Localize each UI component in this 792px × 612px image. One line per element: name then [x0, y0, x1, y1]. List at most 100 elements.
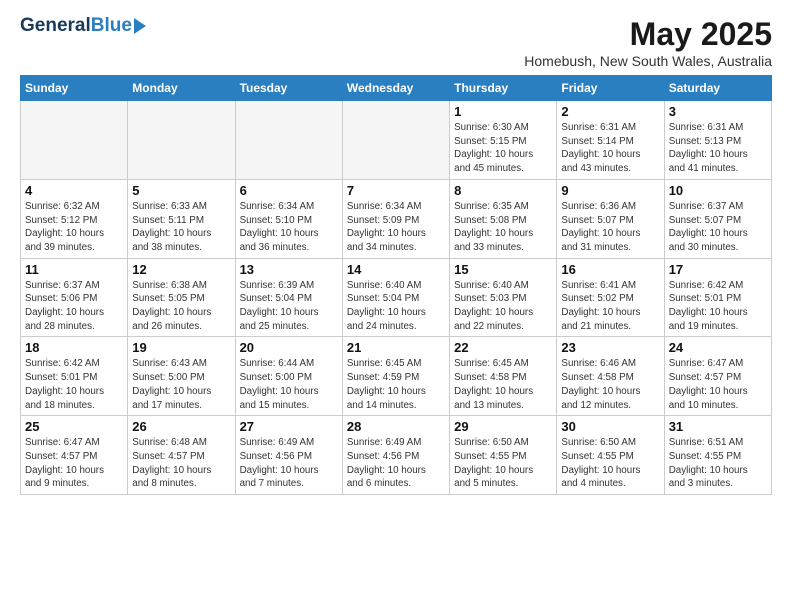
calendar-cell: 3Sunrise: 6:31 AMSunset: 5:13 PMDaylight… — [664, 101, 771, 180]
day-header-sunday: Sunday — [21, 76, 128, 101]
day-info: Sunrise: 6:48 AMSunset: 4:57 PMDaylight:… — [132, 436, 230, 491]
calendar-cell: 8 Sunrise: 6:35 AMSunset: 5:08 PMDaylight… — [450, 179, 557, 258]
day-info: Sunrise: 6:35 AMSunset: 5:08 PMDaylight:… — [454, 200, 552, 255]
calendar-week-2: 4 Sunrise: 6:32 AMSunset: 5:12 PMDaylight… — [21, 179, 772, 258]
day-info: Sunrise: 6:40 AMSunset: 5:03 PMDaylight:… — [454, 279, 552, 334]
calendar-cell: 1Sunrise: 6:30 AMSunset: 5:15 PMDaylight… — [450, 101, 557, 180]
day-number: 5 — [132, 183, 230, 198]
day-number: 4 — [25, 183, 123, 198]
day-info: Sunrise: 6:42 AMSunset: 5:01 PMDaylight:… — [669, 279, 767, 334]
day-info: Sunrise: 6:36 AMSunset: 5:07 PMDaylight:… — [561, 200, 659, 255]
day-number: 27 — [240, 419, 338, 434]
day-info: Sunrise: 6:43 AMSunset: 5:00 PMDaylight:… — [132, 357, 230, 412]
logo-text: General Blue — [20, 16, 146, 37]
calendar-cell: 21 Sunrise: 6:45 AMSunset: 4:59 PMDayligh… — [342, 337, 449, 416]
calendar-cell: 12 Sunrise: 6:38 AMSunset: 5:05 PMDayligh… — [128, 258, 235, 337]
day-number: 13 — [240, 262, 338, 277]
logo: General Blue — [20, 16, 146, 37]
calendar-cell: 9 Sunrise: 6:36 AMSunset: 5:07 PMDaylight… — [557, 179, 664, 258]
day-number: 16 — [561, 262, 659, 277]
calendar-cell: 24Sunrise: 6:47 AMSunset: 4:57 PMDayligh… — [664, 337, 771, 416]
calendar-cell: 15 Sunrise: 6:40 AMSunset: 5:03 PMDayligh… — [450, 258, 557, 337]
calendar-cell: 18 Sunrise: 6:42 AMSunset: 5:01 PMDayligh… — [21, 337, 128, 416]
day-number: 21 — [347, 340, 445, 355]
day-info: Sunrise: 6:47 AMSunset: 4:57 PMDaylight:… — [25, 436, 123, 491]
day-header-tuesday: Tuesday — [235, 76, 342, 101]
calendar-cell: 5 Sunrise: 6:33 AMSunset: 5:11 PMDaylight… — [128, 179, 235, 258]
day-number: 29 — [454, 419, 552, 434]
day-number: 28 — [347, 419, 445, 434]
day-number: 11 — [25, 262, 123, 277]
day-info: Sunrise: 6:44 AMSunset: 5:00 PMDaylight:… — [240, 357, 338, 412]
day-info: Sunrise: 6:49 AMSunset: 4:56 PMDaylight:… — [240, 436, 338, 491]
day-info: Sunrise: 6:33 AMSunset: 5:11 PMDaylight:… — [132, 200, 230, 255]
day-number: 22 — [454, 340, 552, 355]
calendar-cell: 7 Sunrise: 6:34 AMSunset: 5:09 PMDaylight… — [342, 179, 449, 258]
day-header-thursday: Thursday — [450, 76, 557, 101]
calendar-cell: 6 Sunrise: 6:34 AMSunset: 5:10 PMDaylight… — [235, 179, 342, 258]
day-number: 8 — [454, 183, 552, 198]
day-number: 14 — [347, 262, 445, 277]
calendar-week-1: 1Sunrise: 6:30 AMSunset: 5:15 PMDaylight… — [21, 101, 772, 180]
day-info: Sunrise: 6:34 AMSunset: 5:10 PMDaylight:… — [240, 200, 338, 255]
calendar-cell: 19Sunrise: 6:43 AMSunset: 5:00 PMDayligh… — [128, 337, 235, 416]
day-number: 7 — [347, 183, 445, 198]
location-title: Homebush, New South Wales, Australia — [524, 53, 772, 69]
calendar-cell: 29 Sunrise: 6:50 AMSunset: 4:55 PMDayligh… — [450, 416, 557, 495]
day-number: 15 — [454, 262, 552, 277]
day-number: 31 — [669, 419, 767, 434]
day-info: Sunrise: 6:50 AMSunset: 4:55 PMDaylight:… — [454, 436, 552, 491]
day-header-monday: Monday — [128, 76, 235, 101]
logo-arrow-icon — [134, 18, 146, 34]
calendar-cell: 20 Sunrise: 6:44 AMSunset: 5:00 PMDayligh… — [235, 337, 342, 416]
day-number: 25 — [25, 419, 123, 434]
header: General Blue May 2025 Homebush, New Sout… — [20, 16, 772, 69]
day-info: Sunrise: 6:40 AMSunset: 5:04 PMDaylight:… — [347, 279, 445, 334]
day-info: Sunrise: 6:45 AMSunset: 4:58 PMDaylight:… — [454, 357, 552, 412]
calendar-cell: 31 Sunrise: 6:51 AMSunset: 4:55 PMDayligh… — [664, 416, 771, 495]
day-info: Sunrise: 6:32 AMSunset: 5:12 PMDaylight:… — [25, 200, 123, 255]
day-info: Sunrise: 6:50 AMSunset: 4:55 PMDaylight:… — [561, 436, 659, 491]
day-number: 6 — [240, 183, 338, 198]
title-block: May 2025 Homebush, New South Wales, Aust… — [524, 16, 772, 69]
day-header-saturday: Saturday — [664, 76, 771, 101]
day-number: 10 — [669, 183, 767, 198]
calendar-cell — [128, 101, 235, 180]
day-info: Sunrise: 6:39 AMSunset: 5:04 PMDaylight:… — [240, 279, 338, 334]
logo-general: General — [20, 16, 91, 37]
day-info: Sunrise: 6:34 AMSunset: 5:09 PMDaylight:… — [347, 200, 445, 255]
calendar-week-3: 11 Sunrise: 6:37 AMSunset: 5:06 PMDayligh… — [21, 258, 772, 337]
day-info: Sunrise: 6:37 AMSunset: 5:06 PMDaylight:… — [25, 279, 123, 334]
day-number: 24 — [669, 340, 767, 355]
day-number: 20 — [240, 340, 338, 355]
calendar-cell: 27 Sunrise: 6:49 AMSunset: 4:56 PMDayligh… — [235, 416, 342, 495]
day-info: Sunrise: 6:45 AMSunset: 4:59 PMDaylight:… — [347, 357, 445, 412]
day-number: 30 — [561, 419, 659, 434]
day-number: 9 — [561, 183, 659, 198]
calendar-header-row: SundayMondayTuesdayWednesdayThursdayFrid… — [21, 76, 772, 101]
calendar-table: SundayMondayTuesdayWednesdayThursdayFrid… — [20, 75, 772, 495]
day-number: 18 — [25, 340, 123, 355]
day-header-friday: Friday — [557, 76, 664, 101]
calendar-cell: 17Sunrise: 6:42 AMSunset: 5:01 PMDayligh… — [664, 258, 771, 337]
day-info: Sunrise: 6:38 AMSunset: 5:05 PMDaylight:… — [132, 279, 230, 334]
day-number: 12 — [132, 262, 230, 277]
day-info: Sunrise: 6:51 AMSunset: 4:55 PMDaylight:… — [669, 436, 767, 491]
day-info: Sunrise: 6:31 AMSunset: 5:14 PMDaylight:… — [561, 121, 659, 176]
calendar-cell — [235, 101, 342, 180]
day-info: Sunrise: 6:42 AMSunset: 5:01 PMDaylight:… — [25, 357, 123, 412]
day-info: Sunrise: 6:37 AMSunset: 5:07 PMDaylight:… — [669, 200, 767, 255]
day-number: 23 — [561, 340, 659, 355]
calendar-cell: 10 Sunrise: 6:37 AMSunset: 5:07 PMDayligh… — [664, 179, 771, 258]
calendar-cell: 28Sunrise: 6:49 AMSunset: 4:56 PMDayligh… — [342, 416, 449, 495]
day-number: 2 — [561, 104, 659, 119]
month-title: May 2025 — [524, 16, 772, 53]
logo-blue: Blue — [91, 16, 132, 37]
day-number: 3 — [669, 104, 767, 119]
day-number: 1 — [454, 104, 552, 119]
day-header-wednesday: Wednesday — [342, 76, 449, 101]
calendar-week-4: 18 Sunrise: 6:42 AMSunset: 5:01 PMDayligh… — [21, 337, 772, 416]
page: General Blue May 2025 Homebush, New Sout… — [0, 0, 792, 612]
calendar-cell: 25 Sunrise: 6:47 AMSunset: 4:57 PMDayligh… — [21, 416, 128, 495]
calendar-week-5: 25 Sunrise: 6:47 AMSunset: 4:57 PMDayligh… — [21, 416, 772, 495]
